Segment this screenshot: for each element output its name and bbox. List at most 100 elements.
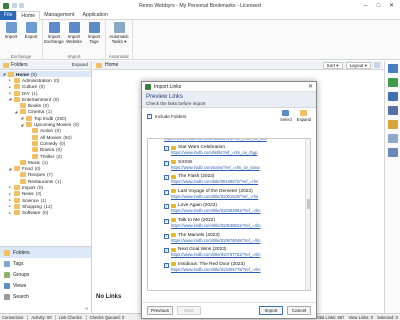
app-icon xyxy=(145,83,151,90)
expand-arrow-icon[interactable]: ▸ xyxy=(8,91,12,95)
add-link-icon[interactable] xyxy=(387,64,398,73)
tab-home[interactable]: Home xyxy=(16,11,41,20)
expand-arrow-icon[interactable]: ▸ xyxy=(8,204,12,208)
folder-icon xyxy=(32,140,38,146)
preview-link-list[interactable]: https://www.imdb.com/title/tt1446714/?re… xyxy=(147,138,311,291)
close-icon[interactable]: ✕ xyxy=(308,83,313,90)
link-url[interactable]: https://www.imdb.com/title/tt13405778/?r… xyxy=(171,267,261,272)
previous-button[interactable]: Previous xyxy=(147,306,173,315)
folder-icon xyxy=(26,122,32,128)
preview-link-item[interactable]: ✓ The Marvels (2023) https://www.imdb.com/… xyxy=(148,232,310,247)
favicon-icon xyxy=(171,203,176,208)
layout-button[interactable]: Layout ▾ xyxy=(345,61,371,69)
book-icon[interactable] xyxy=(387,106,398,115)
expand-button[interactable]: Expand xyxy=(72,63,88,68)
link-url[interactable]: https://www.imdb.com/title/tt10304892/?r… xyxy=(171,208,261,213)
tree-item-label: Comedy xyxy=(40,140,58,146)
tree-item-count: (7) xyxy=(46,172,53,178)
link-checkbox[interactable]: ✓ xyxy=(164,189,169,195)
tree-item-label: Music xyxy=(28,159,41,165)
expand-arrow-icon[interactable]: ◢ xyxy=(20,116,24,120)
link-checkbox[interactable]: ✓ xyxy=(164,160,169,166)
preview-link-item[interactable]: ✓ Star Wars Celebration https://www.imdb.c… xyxy=(148,144,310,159)
preview-link-item[interactable]: ✓ SXSW https://www.imdb.com/sxsw/?ref_=rlm… xyxy=(148,159,310,174)
open-icon[interactable] xyxy=(387,78,398,87)
expand-arrow-icon[interactable]: ▸ xyxy=(8,185,12,189)
expand-button[interactable]: Expand xyxy=(297,110,311,122)
sort-button[interactable]: Sort ▾ xyxy=(322,61,343,69)
sidebar-nav-item[interactable]: Groups xyxy=(0,269,91,280)
tree-item-count: (1) xyxy=(31,90,38,96)
preview-link-item[interactable]: ✓ The Flash (2023) https://www.imdb.com/ti… xyxy=(148,173,310,188)
tab-file[interactable]: File xyxy=(0,11,17,20)
tree-item-count: (1) xyxy=(46,109,52,115)
link-checkbox[interactable]: ✓ xyxy=(164,218,169,224)
select-button[interactable]: Select xyxy=(280,110,292,122)
expand-arrow-icon[interactable]: ◢ xyxy=(20,123,24,127)
tree-item-count: (0) xyxy=(42,210,49,216)
folder-icon[interactable] xyxy=(387,120,398,129)
import-button[interactable]: Import xyxy=(259,306,283,315)
view-options-icon[interactable] xyxy=(374,62,380,68)
expand-arrow-icon[interactable]: ▸ xyxy=(8,211,12,215)
scroll-thumb[interactable] xyxy=(307,199,310,209)
link-url[interactable]: https://www.imdb.com/title/tt10638522/?r… xyxy=(171,223,261,228)
link-url[interactable]: https://www.imdb.com/list/ls?ref_=rlm_ov… xyxy=(171,150,257,155)
browser-icon[interactable] xyxy=(387,92,398,101)
tree-item-label: All Movies xyxy=(40,134,62,140)
expand-arrow-icon[interactable]: ◢ xyxy=(8,167,12,171)
link-url[interactable]: https://www.imdb.com/sxsw/?ref_=rlm_ov_s… xyxy=(171,165,260,170)
link-checkbox[interactable]: ✓ xyxy=(164,146,169,151)
sidebar-nav-item[interactable]: Search xyxy=(0,291,91,302)
import-exchange-icon xyxy=(48,22,60,33)
include-folders-checkbox[interactable]: ✓ xyxy=(147,113,152,119)
sidebar-nav-item[interactable]: Tags xyxy=(0,258,91,269)
link-checkbox[interactable]: ✓ xyxy=(164,262,169,268)
collapse-icon[interactable]: « xyxy=(85,306,88,312)
maximize-icon[interactable]: □ xyxy=(372,1,385,10)
preview-link-item[interactable]: ✓ Last Voyage of the Demeter (2023) https:… xyxy=(148,188,310,203)
link-icon[interactable] xyxy=(387,148,398,157)
preview-link-item[interactable]: ✓ Insidious: The Red Door (2023) https://w… xyxy=(148,261,310,276)
tree-item-label: Action xyxy=(40,128,54,134)
expand-arrow-icon[interactable]: ◢ xyxy=(14,110,18,114)
expand-arrow-icon[interactable]: ▸ xyxy=(8,85,12,89)
link-checkbox[interactable]: ✓ xyxy=(164,233,169,239)
group-label: Automatic xyxy=(108,54,130,59)
preview-link-item[interactable]: ✓ Love Again (2023) https://www.imdb.com/t… xyxy=(148,202,310,217)
link-url[interactable]: https://www.imdb.com/title/tt1001520/?re… xyxy=(171,194,258,199)
tree-item-count: (0) xyxy=(55,128,61,134)
minimize-icon[interactable]: – xyxy=(359,1,372,10)
preview-link-item[interactable]: ✓ Next Goal Wins (2023) https://www.imdb.c… xyxy=(148,246,310,261)
sidebar-nav-item[interactable]: Views xyxy=(0,280,91,291)
close-icon[interactable]: ✕ xyxy=(385,1,398,10)
link-url[interactable]: https://www.imdb.com/title/tt10767752/?r… xyxy=(171,252,261,257)
dialog-footer: Previous Next Import Cancel xyxy=(142,302,316,318)
link-checks-status: Link Checks: xyxy=(58,314,83,320)
cancel-button[interactable]: Cancel xyxy=(287,306,311,315)
expand-arrow-icon[interactable]: ◢ xyxy=(2,72,6,76)
expand-arrow-icon[interactable]: ▸ xyxy=(8,192,12,196)
expand-arrow-icon[interactable]: ▸ xyxy=(8,78,12,82)
sidebar-nav-item[interactable]: Folders xyxy=(0,247,91,258)
tree-item[interactable]: ▸ Software (0) xyxy=(0,210,91,216)
link-checkbox[interactable]: ✓ xyxy=(164,204,169,210)
link-url[interactable]: https://www.imdb.com/title/tt1446714/?re… xyxy=(164,139,267,141)
expand-arrow-icon[interactable]: ◢ xyxy=(8,97,12,101)
link-checkbox[interactable]: ✓ xyxy=(164,175,169,181)
tab-application[interactable]: Application xyxy=(78,11,111,20)
next-button[interactable]: Next xyxy=(176,306,201,315)
link-url[interactable]: https://www.imdb.com/title/tt10676048/?r… xyxy=(171,238,261,243)
folder-icon xyxy=(20,103,26,109)
tree-item-count: (0) xyxy=(73,122,79,128)
folder-icon xyxy=(20,178,26,184)
view-links-status: View Links: 0 xyxy=(348,314,374,320)
link-checkbox[interactable]: ✓ xyxy=(164,248,169,254)
preview-link-item[interactable]: ✓ Talk to Me (2022) https://www.imdb.com/t… xyxy=(148,217,310,232)
main-title: Home xyxy=(105,62,119,68)
tab-management[interactable]: Management xyxy=(40,11,78,20)
vertical-scrollbar[interactable] xyxy=(305,139,310,290)
link-url[interactable]: https://www.imdb.com/title/tt0439572/?re… xyxy=(171,179,258,184)
tag-icon[interactable] xyxy=(387,134,398,143)
expand-arrow-icon[interactable]: ▸ xyxy=(8,198,12,202)
